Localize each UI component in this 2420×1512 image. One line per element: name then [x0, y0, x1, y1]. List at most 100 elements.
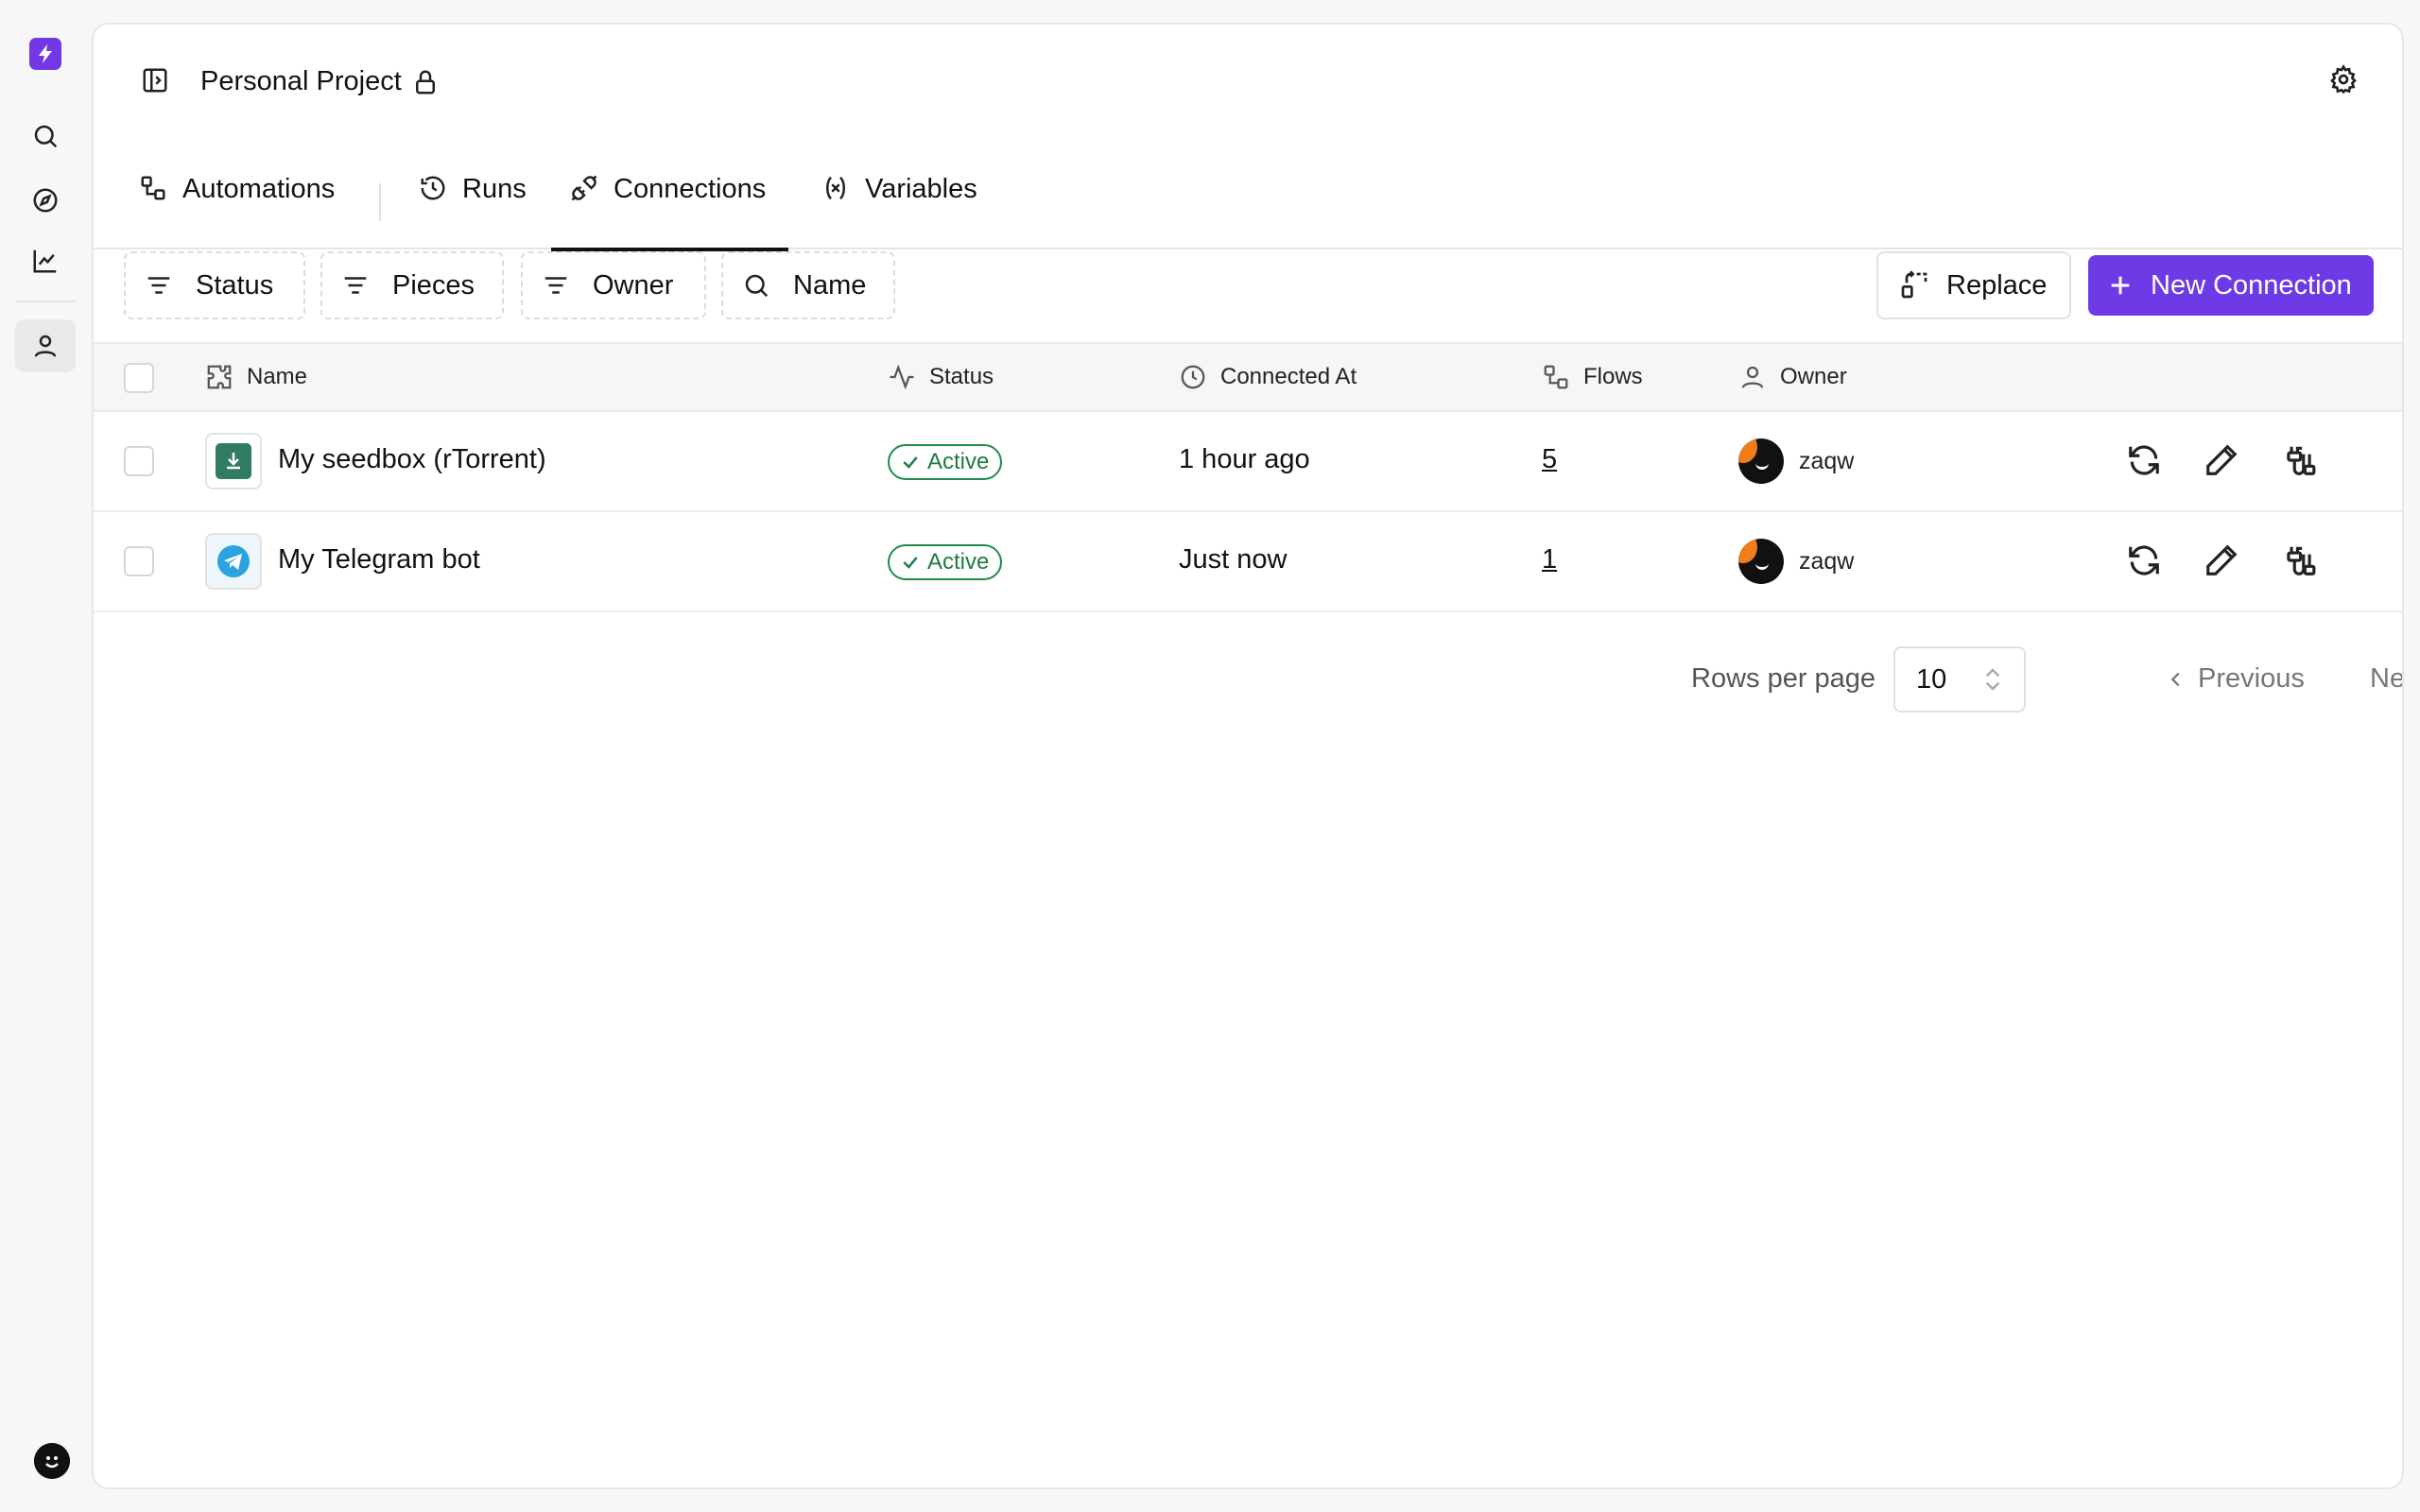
avatar [1738, 539, 1784, 584]
workflow-icon [1544, 365, 1568, 389]
tab-automations[interactable]: Automations [139, 174, 335, 249]
status-text: Active [927, 449, 990, 474]
row-actions [2126, 542, 2317, 578]
connection-name: My Telegram bot [278, 544, 480, 575]
header-label: Owner [1780, 364, 1847, 389]
filter-lines-icon [147, 277, 170, 294]
pieces-filter-button[interactable]: Pieces [320, 251, 504, 319]
replace-label: Replace [1946, 269, 2048, 301]
rtorrent-icon [216, 443, 251, 479]
rows-per-page-label: Rows per page [1691, 663, 1876, 694]
reconnect-button[interactable] [2126, 542, 2162, 578]
avatar [1738, 438, 1784, 484]
user-icon [34, 335, 57, 357]
plug-icon [571, 175, 597, 201]
chevrons-up-down-icon [1985, 668, 2000, 691]
table-row[interactable]: My Telegram bot Active Just now 1 zaqw [94, 512, 2402, 612]
header-label: Name [247, 364, 308, 389]
bolt-icon [39, 44, 52, 63]
column-header-name[interactable]: Name [205, 363, 307, 391]
filter-lines-icon [344, 277, 367, 294]
status-filter-button[interactable]: Status [124, 251, 305, 319]
connected-at: Just now [1179, 544, 1288, 575]
filter-lines-icon [544, 277, 567, 294]
settings-button[interactable] [2328, 64, 2359, 94]
rail-divider [15, 301, 76, 302]
reconnect-button[interactable] [2126, 442, 2162, 478]
flows-count-link[interactable]: 5 [1542, 444, 1557, 475]
left-rail [0, 0, 91, 1512]
sidebar-toggle-button[interactable] [141, 66, 169, 94]
name-search-filter[interactable]: Name [721, 251, 895, 319]
rows-per-page-select[interactable]: 10 [1893, 646, 2026, 713]
tab-connections[interactable]: Connections [551, 174, 789, 251]
cable-replace-icon [2287, 446, 2316, 475]
avatar-face-icon [34, 1443, 70, 1479]
search-nav-button[interactable] [15, 110, 76, 163]
next-page-button[interactable]: Next [2370, 663, 2404, 695]
select-all-checkbox[interactable] [124, 363, 154, 393]
tab-label: Runs [462, 174, 527, 204]
column-header-connected-at[interactable]: Connected At [1179, 363, 1357, 391]
workflow-icon [141, 176, 165, 200]
owner-filter-button[interactable]: Owner [521, 251, 706, 319]
new-connection-label: New Connection [2151, 269, 2352, 301]
refresh-icon [2129, 445, 2159, 475]
users-nav-button[interactable] [15, 319, 76, 372]
next-label: Next [2370, 663, 2404, 694]
project-title[interactable]: Personal Project [200, 66, 440, 97]
tab-label: Connections [614, 174, 767, 204]
flows-count-link[interactable]: 1 [1542, 544, 1557, 576]
previous-page-button[interactable]: Previous [2166, 663, 2305, 695]
piece-logo [205, 533, 262, 590]
status-text: Active [927, 549, 990, 575]
puzzle-icon [207, 365, 232, 389]
column-header-flows[interactable]: Flows [1542, 363, 1643, 391]
user-avatar[interactable] [34, 1443, 70, 1479]
refresh-icon [2129, 545, 2159, 576]
header-label: Flows [1583, 364, 1643, 389]
replace-button[interactable]: Replace [1876, 251, 2071, 319]
lock-icon [415, 70, 435, 94]
column-header-status[interactable]: Status [888, 363, 994, 391]
new-connection-button[interactable]: New Connection [2088, 255, 2374, 316]
tab-label: Automations [182, 174, 336, 204]
clock-icon [1181, 365, 1205, 389]
check-icon [903, 456, 918, 469]
chart-line-icon [33, 249, 57, 273]
header-label: Status [929, 364, 994, 389]
filter-label: Pieces [392, 269, 475, 301]
analytics-nav-button[interactable] [15, 234, 76, 287]
tab-variables[interactable]: Variables [821, 174, 977, 249]
row-checkbox[interactable] [124, 446, 154, 476]
connection-name: My seedbox (rTorrent) [278, 444, 546, 474]
owner-name: zaqw [1799, 447, 1855, 474]
replace-connection-button[interactable] [2281, 542, 2317, 578]
table-header: Name Status Connected At Flows Owner [94, 342, 2402, 412]
history-icon [421, 176, 445, 200]
app-logo[interactable] [29, 38, 61, 70]
table-row[interactable]: My seedbox (rTorrent) Active 1 hour ago … [94, 412, 2402, 512]
search-icon [745, 274, 769, 298]
top-bar: Personal Project [94, 25, 2402, 119]
filter-label: Owner [593, 269, 674, 301]
tab-runs[interactable]: Runs [419, 174, 527, 249]
check-icon [903, 557, 918, 569]
row-checkbox[interactable] [124, 546, 154, 576]
tab-label: Variables [865, 174, 977, 204]
rows-per-page-value: 10 [1916, 663, 1947, 695]
owner-name: zaqw [1799, 547, 1855, 575]
plus-icon [2111, 276, 2130, 295]
replace-icon [1901, 270, 1927, 299]
status-badge: Active [888, 544, 1003, 580]
replace-connection-button[interactable] [2281, 442, 2317, 478]
chevron-left-icon [2170, 672, 2180, 686]
column-header-owner[interactable]: Owner [1738, 363, 1847, 391]
owner-cell: zaqw [1738, 438, 1854, 484]
tab-divider [379, 183, 381, 221]
explore-nav-button[interactable] [15, 174, 76, 227]
rename-button[interactable] [2204, 442, 2239, 478]
pencil-icon [2206, 444, 2238, 475]
user-icon [1741, 366, 1764, 388]
rename-button[interactable] [2204, 542, 2239, 578]
